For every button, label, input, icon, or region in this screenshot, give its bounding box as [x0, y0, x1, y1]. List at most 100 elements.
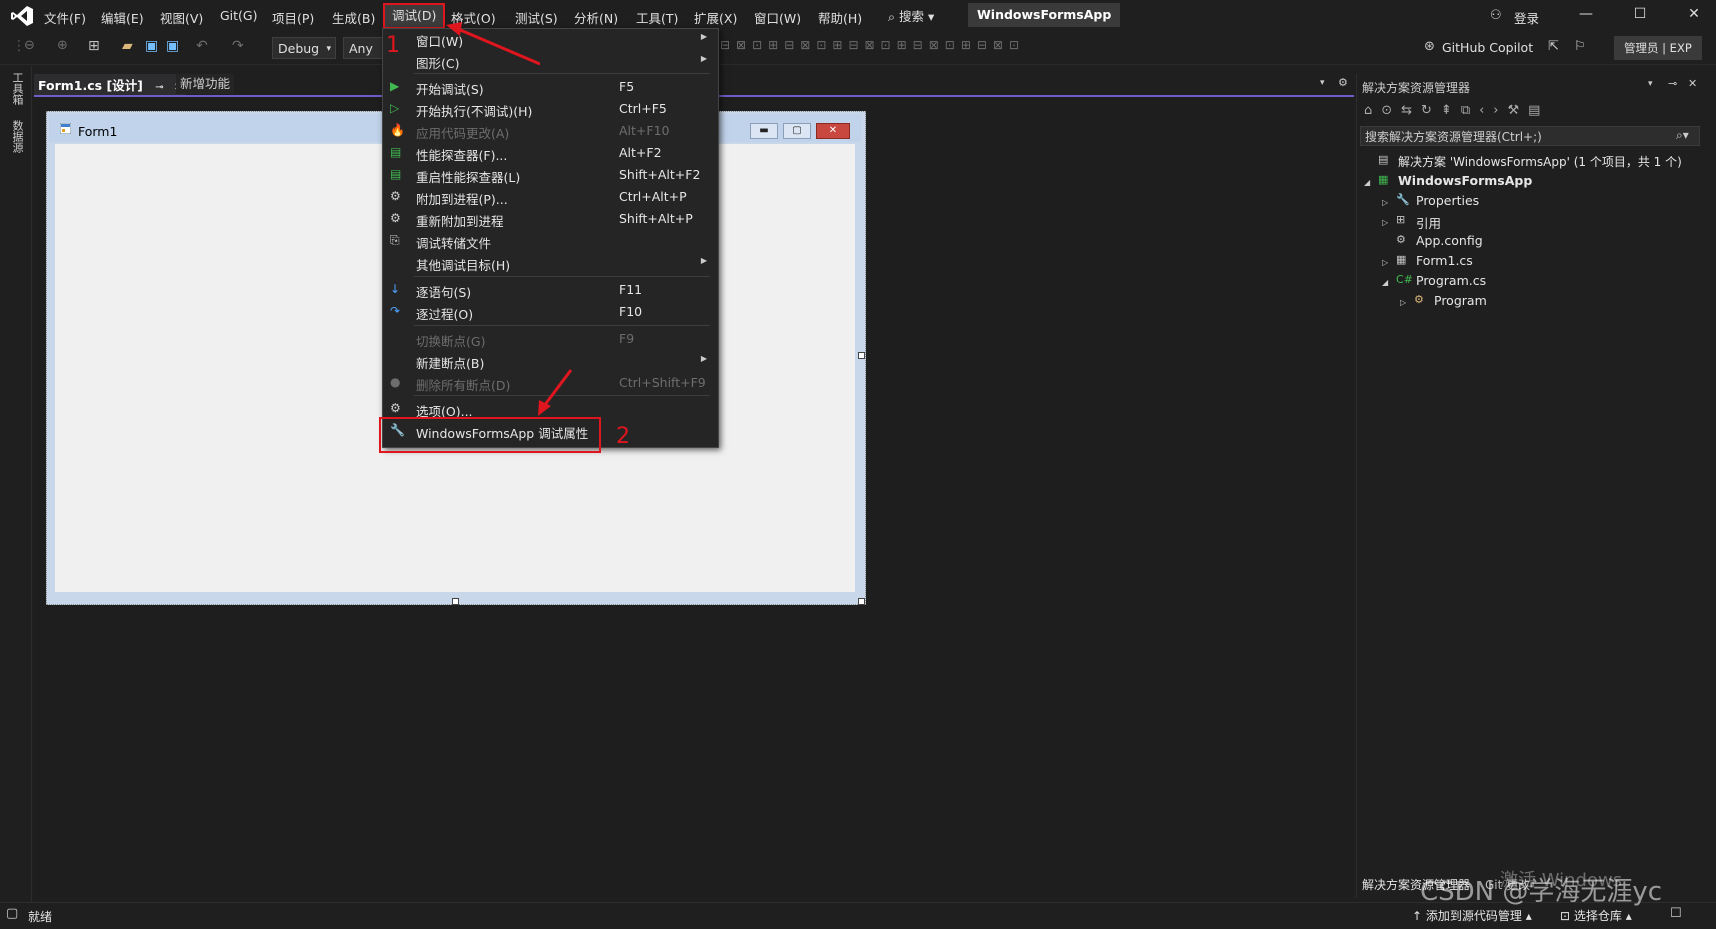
search-icon[interactable]: ⌕▾: [1676, 128, 1689, 143]
menu-item-4[interactable]: 项目(P): [272, 8, 314, 27]
debug-menu-item-label: 应用代码更改(A): [416, 126, 510, 141]
copilot-button[interactable]: GitHub Copilot: [1442, 40, 1533, 55]
minimize-button[interactable]: —: [1576, 6, 1596, 22]
debug-menu-item-shortcut: F9: [619, 331, 635, 346]
debug-menu-item-5[interactable]: ▤ 性能探查器(F)... Alt+F2: [382, 142, 717, 164]
form-app-icon: [59, 122, 72, 135]
add-source-control-button[interactable]: ↑ 添加到源代码管理 ▴: [1412, 907, 1532, 924]
resize-handle-corner[interactable]: [858, 598, 865, 605]
resize-handle-bottom[interactable]: [452, 598, 459, 605]
menu-item-2[interactable]: 视图(V): [160, 8, 203, 27]
new-project-icon[interactable]: ⊞: [88, 38, 100, 54]
search-button[interactable]: ⌕ 搜索 ▾: [888, 6, 934, 25]
debug-menu-item-10[interactable]: 其他调试目标(H) ▶: [382, 252, 717, 274]
visual-studio-logo-icon[interactable]: [10, 5, 34, 27]
submenu-arrow-icon: ▶: [700, 354, 707, 363]
tree-expander-icon[interactable]: ▷: [1400, 298, 1406, 307]
datasource-tab[interactable]: 数据源: [9, 120, 25, 153]
notification-icon[interactable]: ☐: [1670, 906, 1682, 921]
debug-menu-item-6[interactable]: ▤ 重启性能探查器(L) Shift+Alt+F2: [382, 164, 717, 186]
platform-combo-value: Any C: [349, 41, 373, 56]
select-repo-button[interactable]: ⊡ 选择仓库 ▴: [1560, 907, 1632, 924]
solution-explorer-panel: [1356, 74, 1716, 898]
references-icon: ⊞: [1396, 213, 1406, 226]
undo-icon[interactable]: ↶: [196, 38, 208, 54]
pin-icon[interactable]: ⊸: [1668, 77, 1677, 90]
tree-item[interactable]: Form1.cs: [1416, 253, 1473, 268]
menu-item-12[interactable]: 窗口(W): [754, 8, 801, 27]
debug-menu-item-3[interactable]: ▷ 开始执行(不调试)(H) Ctrl+F5: [382, 98, 717, 120]
solution-search-input[interactable]: 搜索解决方案资源管理器(Ctrl+;): [1360, 126, 1700, 146]
tree-item[interactable]: 引用: [1416, 213, 1441, 232]
gear-icon[interactable]: ⚙: [1338, 76, 1348, 89]
tab-overflow-icon[interactable]: ▾: [1320, 78, 1325, 88]
close-panel-icon[interactable]: ✕: [1688, 77, 1697, 90]
save-all-icon[interactable]: ▣: [166, 38, 179, 54]
solution-explorer-toolbar-icons[interactable]: ⌂⊙⇆↻⇞⧉‹›⚒▤: [1364, 103, 1549, 118]
resize-handle-right[interactable]: [858, 352, 865, 359]
redo-icon[interactable]: ↷: [232, 38, 244, 54]
debug-menu-item-7[interactable]: ⚙ 附加到进程(P)... Ctrl+Alt+P: [382, 186, 717, 208]
tree-expander-icon[interactable]: ◢: [1382, 278, 1388, 287]
tree-item[interactable]: WindowsFormsApp: [1398, 173, 1532, 188]
tree-expander-icon[interactable]: ◢: [1364, 178, 1370, 187]
account-icon[interactable]: ⚇: [1490, 8, 1502, 23]
debug-menu-item-shortcut: Alt+F10: [619, 123, 670, 138]
tree-expander-icon[interactable]: ▷: [1382, 258, 1388, 267]
maximize-button[interactable]: ☐: [1630, 6, 1650, 22]
debug-menu-item-11[interactable]: ↓ 逐语句(S) F11: [382, 279, 717, 301]
menu-item-13[interactable]: 帮助(H): [818, 8, 862, 27]
debug-menu-item-9[interactable]: ⎘ 调试转储文件: [382, 230, 717, 252]
debug-menu-item-shortcut: Ctrl+Shift+F9: [619, 375, 706, 390]
dump-icon: ⎘: [390, 233, 400, 247]
menu-item-1[interactable]: 编辑(E): [101, 8, 144, 27]
open-folder-icon[interactable]: ▰: [122, 38, 133, 54]
menu-item-10[interactable]: 工具(T): [636, 8, 678, 27]
login-button[interactable]: 登录: [1514, 8, 1539, 27]
toolbox-tab[interactable]: 工具箱: [9, 72, 25, 105]
platform-combo[interactable]: Any C: [343, 37, 383, 59]
debug-menu-item-shortcut: F10: [619, 304, 643, 319]
save-icon[interactable]: ▣: [145, 38, 158, 54]
layout-toolbar-icons[interactable]: ⊟⊠⊡⊞⊟⊠⊡⊞⊟⊠⊡⊞⊟⊠⊡⊞⊟⊠⊡: [720, 38, 1025, 52]
pin-icon[interactable]: ⊸: [155, 82, 163, 93]
menu-item-5[interactable]: 生成(B): [332, 8, 375, 27]
debug-menu-item-0[interactable]: 窗口(W) ▶: [382, 28, 717, 50]
repo-icon: ⊡: [1560, 909, 1574, 923]
tree-item[interactable]: Program.cs: [1416, 273, 1486, 288]
menu-item-3[interactable]: Git(G): [220, 8, 258, 23]
tab-new-features[interactable]: 新增功能: [176, 74, 235, 94]
config-file-icon: ⚙: [1396, 233, 1406, 246]
debug-menu-item-12[interactable]: ↷ 逐过程(O) F10: [382, 301, 717, 323]
menu-item-11[interactable]: 扩展(X): [694, 8, 737, 27]
back-icon[interactable]: ⊖: [24, 38, 35, 53]
tab-form1-designer[interactable]: Form1.cs [设计] ⊸ ✕: [34, 74, 187, 96]
debug-menu-item-shortcut: Ctrl+F5: [619, 101, 667, 116]
search-icon: ⌕: [888, 9, 899, 24]
status-icon: ▢: [6, 906, 19, 921]
reattach-icon: ⚙: [390, 211, 401, 225]
debug-menu-item-1[interactable]: 图形(C) ▶: [382, 50, 717, 72]
tree-item[interactable]: 解决方案 'WindowsFormsApp' (1 个项目，共 1 个): [1398, 153, 1682, 170]
close-window-button[interactable]: ✕: [1684, 6, 1704, 22]
config-combo[interactable]: Debug ▾: [272, 37, 336, 59]
menu-item-0[interactable]: 文件(F): [44, 8, 86, 27]
tree-item[interactable]: App.config: [1416, 233, 1483, 248]
debug-menu-item-2[interactable]: ▶ 开始调试(S) F5: [382, 76, 717, 98]
forward-icon[interactable]: ⊕: [57, 38, 68, 53]
menu-item-6[interactable]: 调试(D): [383, 3, 446, 29]
copilot-icon[interactable]: ⊛: [1424, 39, 1435, 54]
debug-menu-item-label: 性能探查器(F)...: [416, 148, 508, 163]
share-icon[interactable]: ⇱: [1548, 39, 1559, 54]
flame-icon: 🔥: [390, 123, 405, 137]
tree-item[interactable]: Properties: [1416, 193, 1479, 208]
debug-menu-item-8[interactable]: ⚙ 重新附加到进程 Shift+Alt+P: [382, 208, 717, 230]
solution-icon: ▤: [1378, 153, 1389, 166]
add-source-control-label: 添加到源代码管理: [1425, 909, 1522, 923]
tree-item[interactable]: Program: [1434, 293, 1487, 308]
feedback-icon[interactable]: ⚐: [1574, 39, 1586, 54]
menu-item-9[interactable]: 分析(N): [574, 8, 618, 27]
tree-expander-icon[interactable]: ▷: [1382, 198, 1388, 207]
panel-dropdown-icon[interactable]: ▾: [1648, 79, 1653, 89]
tree-expander-icon[interactable]: ▷: [1382, 218, 1388, 227]
